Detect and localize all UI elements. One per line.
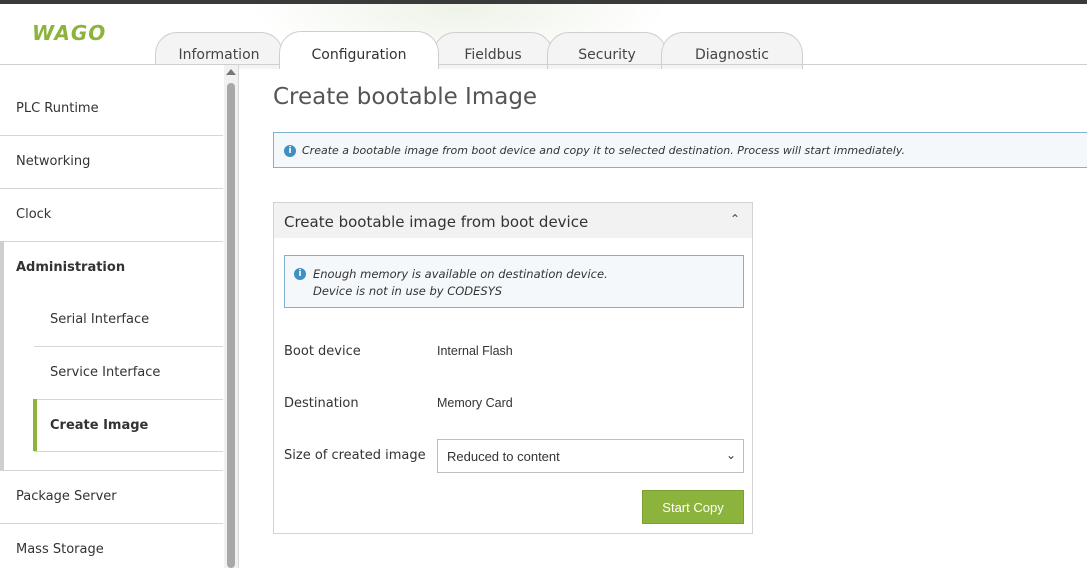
chevron-down-icon: ⌄ <box>726 448 737 462</box>
image-size-value: Reduced to content <box>447 449 560 464</box>
info-banner: i Create a bootable image from boot devi… <box>273 132 1087 168</box>
chevron-up-icon[interactable]: ⌃ <box>730 212 740 226</box>
start-copy-button[interactable]: Start Copy <box>642 490 744 524</box>
image-size-label: Size of created image <box>284 448 426 463</box>
divider <box>34 399 223 400</box>
divider <box>0 523 223 524</box>
image-size-select[interactable]: Reduced to content ⌄ <box>437 439 744 473</box>
active-indicator <box>33 399 37 451</box>
boot-device-label: Boot device <box>284 344 361 359</box>
sidebar-divider <box>238 65 239 568</box>
divider <box>34 346 223 347</box>
scroll-up-icon[interactable] <box>226 69 236 75</box>
sidebar-item-label: Create Image <box>50 418 149 433</box>
sidebar-item-label: Package Server <box>16 489 117 504</box>
sidebar-item-label: Administration <box>16 260 126 275</box>
divider <box>0 241 223 242</box>
sidebar-item-label: PLC Runtime <box>16 101 99 116</box>
notice-line: Enough memory is available on destinatio… <box>313 267 608 281</box>
sidebar-item-label: Mass Storage <box>16 542 104 557</box>
sidebar-item-label: Networking <box>16 154 91 169</box>
sidebar-item-label: Serial Interface <box>50 312 150 327</box>
info-icon: i <box>294 268 306 280</box>
info-text: Create a bootable image from boot device… <box>302 144 905 157</box>
panel-header[interactable]: Create bootable image from boot device ⌃ <box>274 203 752 238</box>
wago-logo[interactable]: WAGO <box>32 21 106 45</box>
admin-group-indicator <box>0 241 4 470</box>
tab-configuration[interactable]: Configuration <box>279 31 439 69</box>
divider <box>0 135 223 136</box>
boot-device-value: Internal Flash <box>437 344 513 358</box>
divider <box>0 188 223 189</box>
scrollbar-thumb[interactable] <box>227 83 235 568</box>
sidebar: PLC Runtime Networking Clock Administrat… <box>0 65 238 568</box>
sidebar-item-label: Clock <box>16 207 52 222</box>
notice-line: Device is not in use by CODESYS <box>313 284 503 298</box>
destination-value: Memory Card <box>437 396 513 410</box>
create-image-panel: Create bootable image from boot device ⌃… <box>273 202 753 534</box>
page-title: Create bootable Image <box>273 84 538 110</box>
header: WAGO Information Configuration Fieldbus … <box>0 4 1087 69</box>
info-icon: i <box>284 145 296 157</box>
divider <box>34 451 223 452</box>
destination-label: Destination <box>284 396 359 411</box>
panel-title: Create bootable image from boot device <box>284 213 589 231</box>
memory-notice: i Enough memory is available on destinat… <box>284 255 744 308</box>
divider <box>0 470 223 471</box>
sidebar-item-label: Service Interface <box>50 365 161 380</box>
